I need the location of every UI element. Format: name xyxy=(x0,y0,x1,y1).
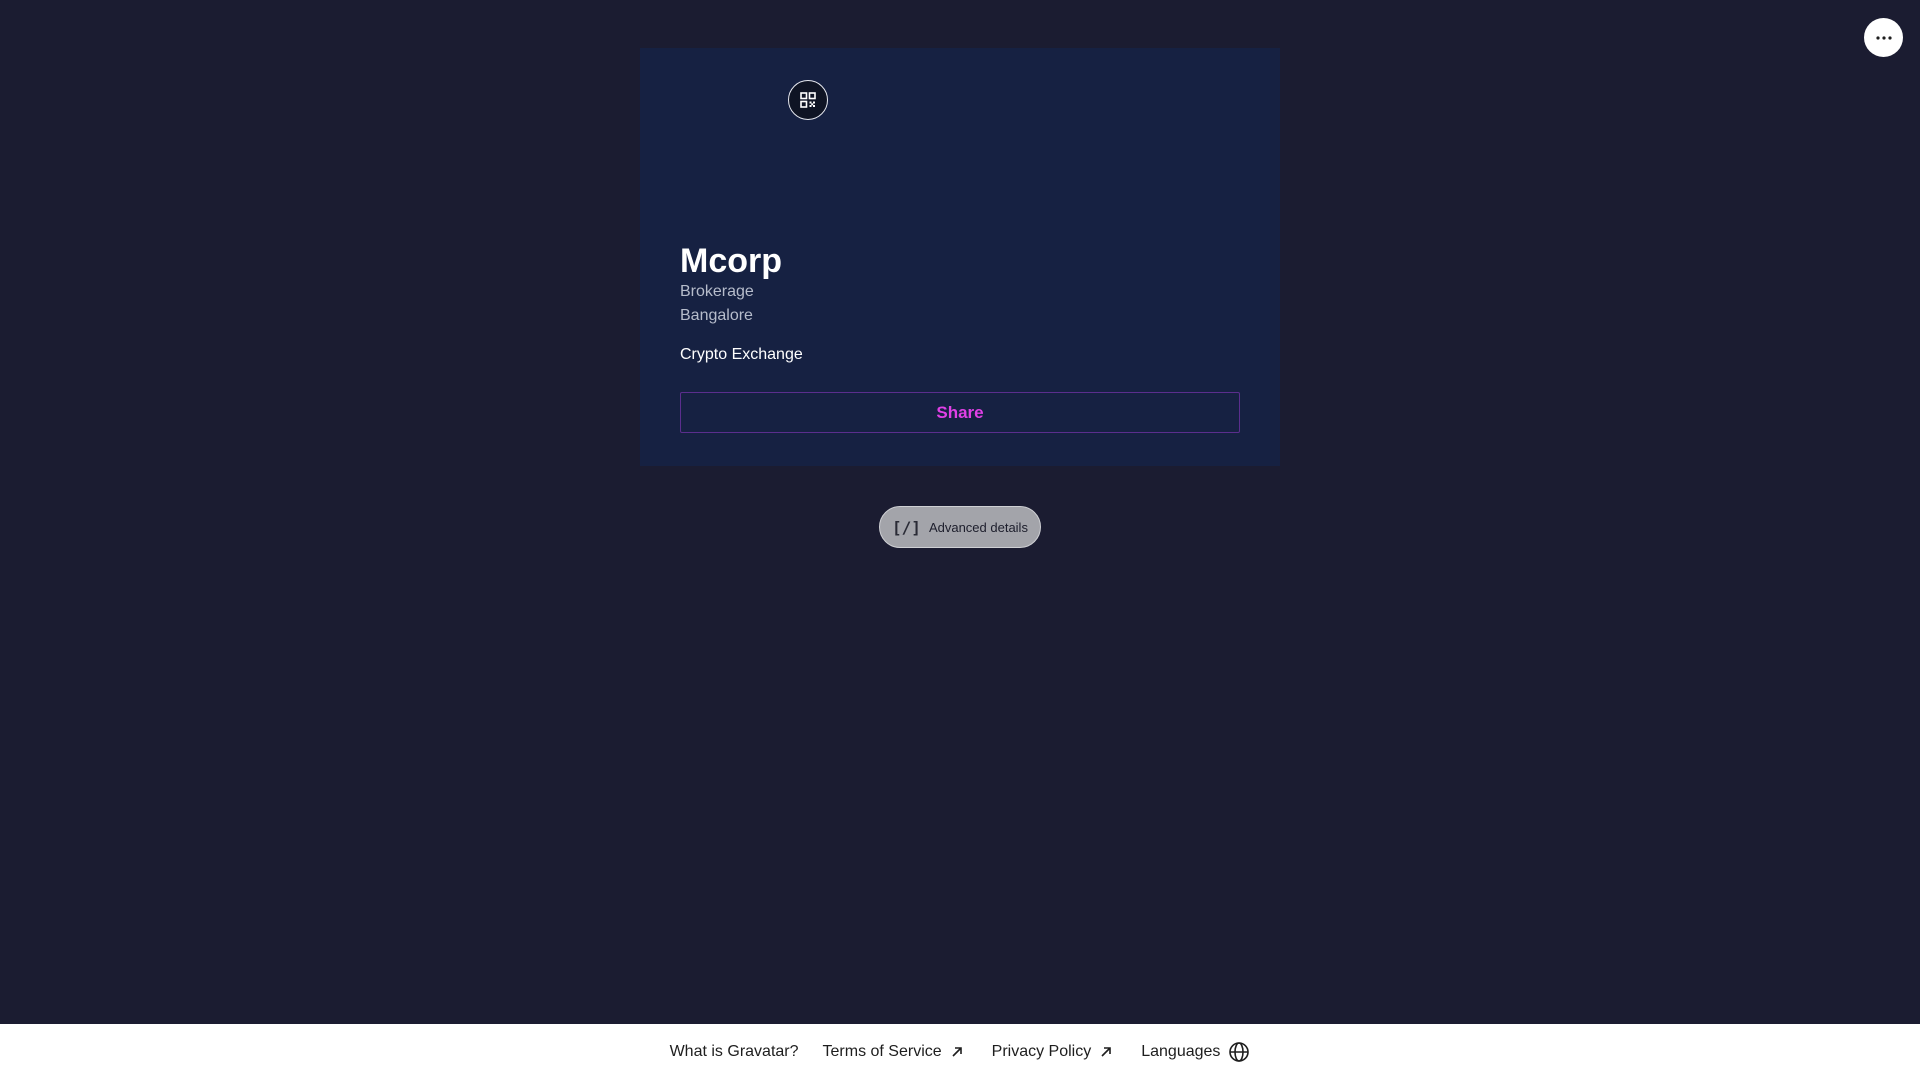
more-horizontal-icon xyxy=(1875,35,1892,40)
profile-page: Mcorp Brokerage Bangalore Crypto Exchang… xyxy=(0,0,1920,1080)
profile-location: Bangalore xyxy=(680,307,753,324)
globe-icon xyxy=(1229,1042,1250,1062)
share-button[interactable]: Share xyxy=(680,392,1240,433)
footer-link-languages[interactable]: Languages xyxy=(1141,1041,1250,1063)
footer-link-label: Languages xyxy=(1141,1043,1221,1060)
qr-code-button[interactable] xyxy=(788,80,828,120)
footer-link-label: Privacy Policy xyxy=(991,1043,1092,1060)
code-icon: [/] xyxy=(892,517,921,537)
footer-link-label: Terms of Service xyxy=(822,1043,942,1060)
footer-link-label: What is Gravatar? xyxy=(669,1043,799,1060)
footer-link-terms-of-service[interactable]: Terms of Service xyxy=(823,1043,964,1061)
external-arrow-icon xyxy=(952,1047,962,1057)
footer-link-privacy-policy[interactable]: Privacy Policy xyxy=(992,1043,1114,1061)
profile-job-title: Brokerage xyxy=(680,283,754,300)
profile-card: Mcorp Brokerage Bangalore Crypto Exchang… xyxy=(640,48,1280,466)
share-button-label: Share xyxy=(936,402,984,422)
advanced-details-label: Advanced details xyxy=(928,519,1028,535)
advanced-details-button[interactable]: [/] Advanced details xyxy=(879,506,1041,548)
qr-code-icon xyxy=(800,92,816,108)
external-arrow-icon xyxy=(1101,1047,1112,1057)
profile-name: Mcorp xyxy=(680,242,782,280)
footer-link-what-is-gravatar[interactable]: What is Gravatar? xyxy=(670,1043,799,1061)
profile-description: Crypto Exchange xyxy=(680,346,803,363)
footer: What is Gravatar? Terms of Service Priva… xyxy=(0,1024,1920,1080)
more-options-button[interactable] xyxy=(1864,18,1903,57)
